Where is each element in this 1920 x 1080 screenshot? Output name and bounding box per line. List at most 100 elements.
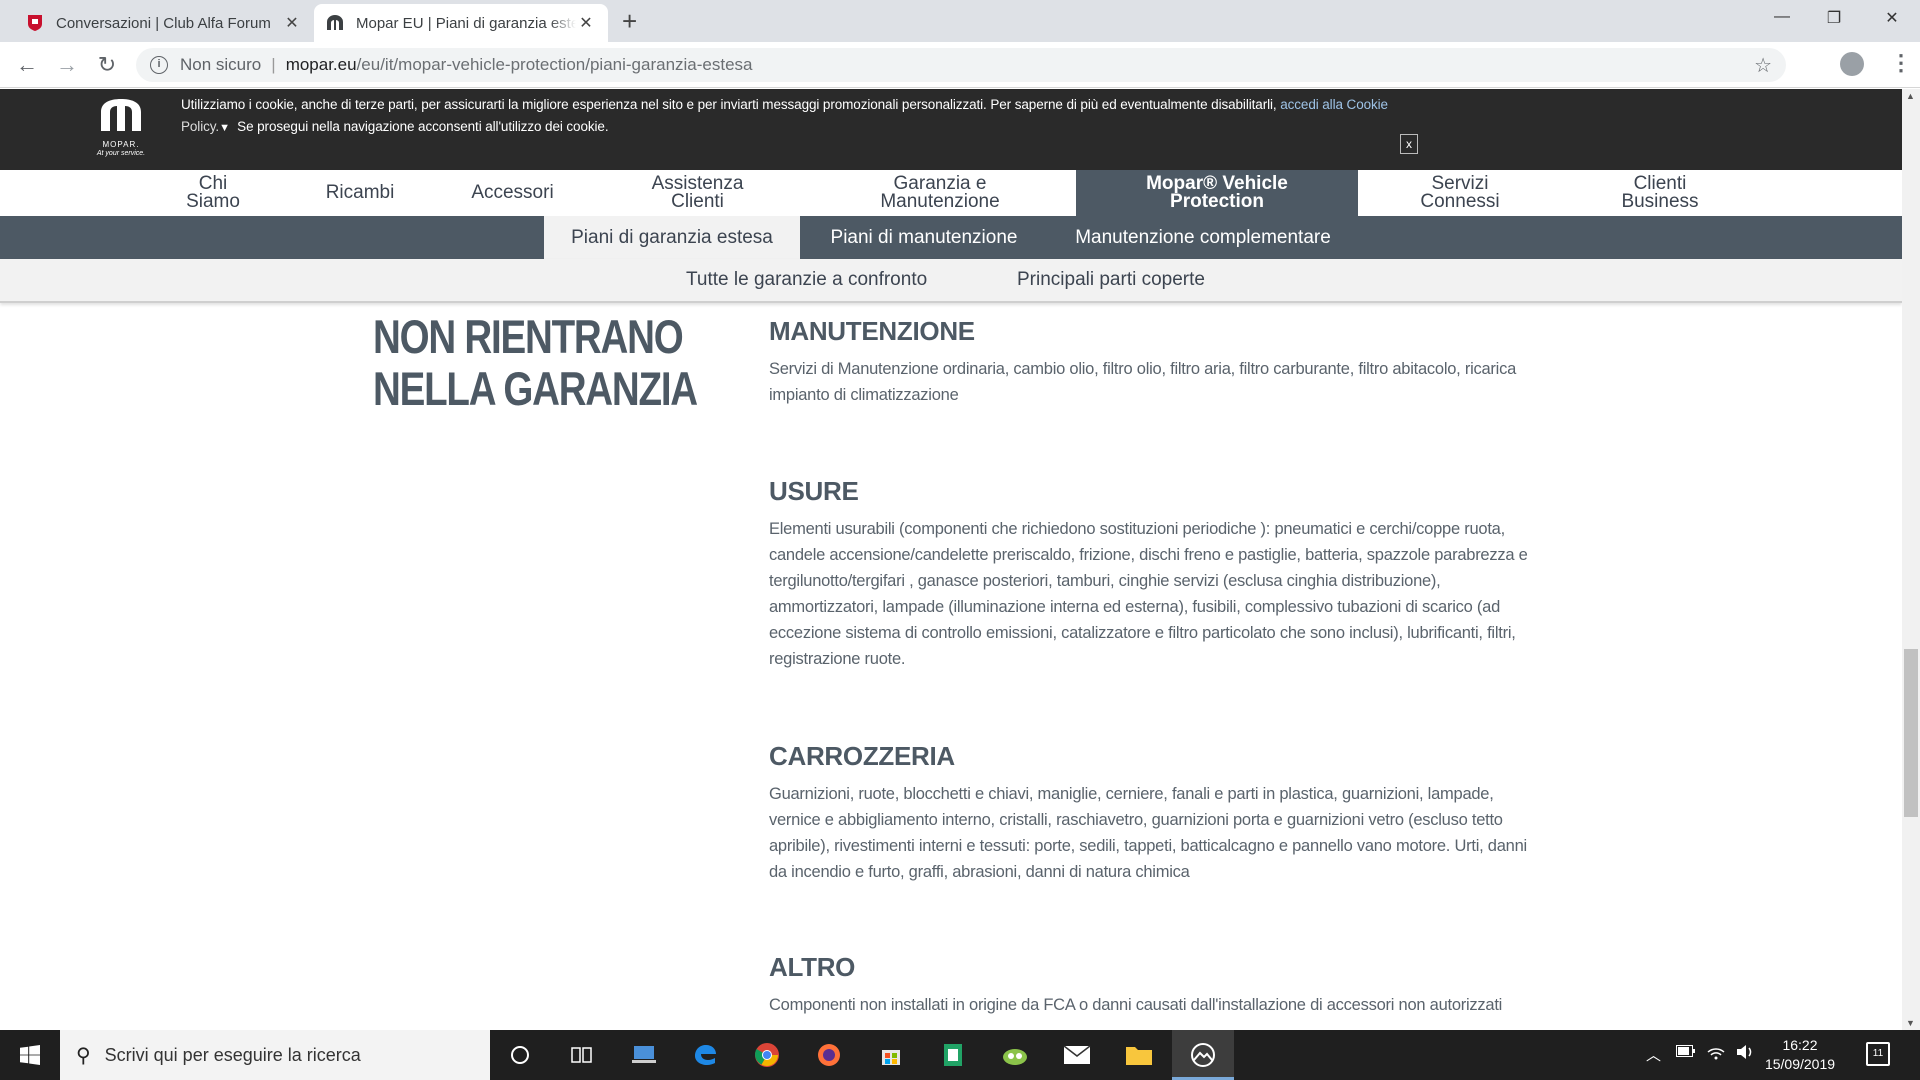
cortana-icon[interactable] <box>503 1038 537 1072</box>
dropdown-arrow-icon[interactable]: ▼ <box>219 122 230 134</box>
section-heading: ALTRO <box>769 952 856 982</box>
tab-manutenzione-complementare[interactable]: Manutenzione complementare <box>1048 216 1358 259</box>
system-clock[interactable]: 16:22 15/09/2019 <box>1745 1036 1855 1074</box>
battery-icon[interactable] <box>1676 1044 1696 1061</box>
computer-app-icon[interactable] <box>627 1038 661 1072</box>
exclusion-section-usure: USURE Elementi usurabili (componenti che… <box>769 476 1529 672</box>
logo-slogan: At your service. <box>96 150 146 157</box>
tab-title: Conversazioni | Club Alfa Forum <box>56 14 271 32</box>
chrome-browser-icon[interactable] <box>750 1038 784 1072</box>
nav-label: Protection <box>1170 191 1264 212</box>
cookie-close-button[interactable]: x <box>1400 134 1418 154</box>
windows-taskbar: ⚲ Scrivi qui per eseguire la ricerca ︿ 1… <box>0 1030 1920 1080</box>
nav-label: Siamo <box>186 191 240 212</box>
info-icon[interactable]: i <box>150 56 168 74</box>
exclusion-section-carrozzeria: CARROZZERIA Guarnizioni, ruote, blocchet… <box>769 741 1529 885</box>
firefox-browser-icon[interactable] <box>812 1038 846 1072</box>
browser-toolbar: ← → ↻ i Non sicuro | mopar.eu/eu/it/mopa… <box>0 42 1920 88</box>
browser-tab-active[interactable]: Mopar EU | Piani di garanzia este ✕ <box>314 4 608 42</box>
section-title: NON RIENTRANO NELLA GARANZIA <box>373 310 698 415</box>
scrollbar-thumb[interactable] <box>1904 649 1918 817</box>
show-hidden-icons-icon[interactable]: ︿ <box>1646 1044 1661 1065</box>
mopar-favicon-icon <box>326 14 344 32</box>
nav-label: Business <box>1621 191 1699 212</box>
clock-date: 15/09/2019 <box>1764 1056 1836 1072</box>
bookmark-star-icon[interactable]: ☆ <box>1754 53 1772 78</box>
nav-label: Clienti <box>671 191 724 212</box>
windows-logo-icon <box>20 1045 40 1065</box>
file-explorer-icon[interactable] <box>1122 1038 1156 1072</box>
wifi-icon[interactable] <box>1706 1044 1726 1064</box>
nav-item-garanzia-manutenzione[interactable]: Garanzia e Manutenzione <box>860 170 1020 216</box>
link-garanzie-confronto[interactable]: Tutte le garanzie a confronto <box>686 269 927 291</box>
url-path: /eu/it/mopar-vehicle-protection/piani-ga… <box>356 55 753 74</box>
main-nav: Chi Siamo Ricambi Accessori Assistenza Cli… <box>0 170 1902 216</box>
close-tab-icon[interactable]: ✕ <box>282 13 302 33</box>
security-label: Non sicuro <box>180 55 262 74</box>
tab-title: Mopar EU | Piani di garanzia este <box>356 14 576 32</box>
reload-icon[interactable]: ↻ <box>94 52 120 78</box>
alfa-forum-favicon-icon <box>26 14 44 32</box>
section-heading: USURE <box>769 476 859 506</box>
section-body: Guarnizioni, ruote, blocchetti e chiavi,… <box>769 785 1527 881</box>
close-tab-icon[interactable]: ✕ <box>576 13 596 33</box>
scroll-down-icon[interactable]: ▼ <box>1906 1018 1915 1028</box>
nav-item-chi-siamo[interactable]: Chi Siamo <box>163 170 263 216</box>
url-host: mopar.eu <box>285 55 357 74</box>
address-separator: | <box>271 55 276 74</box>
mopar-logo[interactable]: MOPAR. At your service. <box>88 97 154 159</box>
mail-icon[interactable] <box>1060 1038 1094 1072</box>
forward-icon[interactable]: → <box>54 52 80 78</box>
nav-item-mopar-vehicle-protection[interactable]: Mopar® Vehicle Protection <box>1076 170 1358 216</box>
section-heading: CARROZZERIA <box>769 741 955 771</box>
cookie-policy-link[interactable]: accedi alla Cookie <box>1280 97 1388 112</box>
task-view-icon[interactable] <box>565 1038 599 1072</box>
search-icon: ⚲ <box>76 1044 91 1067</box>
nav-label: Accessori <box>471 182 554 203</box>
nav-label: Manutenzione <box>880 191 1000 212</box>
exclusion-section-altro: ALTRO Componenti non installati in origi… <box>769 952 1529 1018</box>
minimize-icon[interactable]: — <box>1772 8 1792 26</box>
profile-avatar[interactable] <box>1840 52 1864 76</box>
new-tab-button[interactable]: + <box>622 6 637 37</box>
browser-tab[interactable]: Conversazioni | Club Alfa Forum ✕ <box>14 4 314 42</box>
nav-item-accessori[interactable]: Accessori <box>450 170 575 216</box>
cloud-app-icon[interactable] <box>998 1038 1032 1072</box>
page-viewport: MOPAR. At your service. Utilizziamo i co… <box>0 89 1902 1030</box>
section-title-line: NON RIENTRANO <box>373 310 684 363</box>
cookie-message: Utilizziamo i cookie, anche di terze par… <box>181 97 1277 112</box>
cookie-policy-link-cont[interactable]: Policy. <box>181 119 219 134</box>
browser-tab-strip: Conversazioni | Club Alfa Forum ✕ Mopar … <box>0 0 1920 42</box>
clock-time: 16:22 <box>1782 1037 1818 1053</box>
browser-menu-icon[interactable]: ⋮ <box>1890 50 1912 76</box>
back-icon[interactable]: ← <box>14 52 40 78</box>
nav-item-assistenza-clienti[interactable]: Assistenza Clienti <box>630 170 765 216</box>
tertiary-nav: Tutte le garanzie a confronto Principali… <box>0 259 1902 303</box>
nav-item-servizi-connessi[interactable]: Servizi Connessi <box>1400 170 1520 216</box>
page-scrollbar[interactable]: ▲ ▼ <box>1902 89 1920 1030</box>
spreadsheet-app-icon[interactable] <box>936 1038 970 1072</box>
section-body: Servizi di Manutenzione ordinaria, cambi… <box>769 360 1517 404</box>
restore-icon[interactable]: ❐ <box>1824 8 1844 28</box>
tab-piani-garanzia-estesa[interactable]: Piani di garanzia estesa <box>544 216 800 259</box>
address-bar[interactable]: i Non sicuro | mopar.eu/eu/it/mopar-vehi… <box>136 48 1786 82</box>
store-icon[interactable] <box>874 1038 908 1072</box>
edge-browser-icon[interactable] <box>688 1038 722 1072</box>
tab-piani-manutenzione[interactable]: Piani di manutenzione <box>800 216 1048 259</box>
nav-item-ricambi[interactable]: Ricambi <box>305 170 415 216</box>
mopar-m-icon <box>101 99 141 131</box>
nav-label: Ricambi <box>325 182 395 203</box>
cookie-message-2: Se prosegui nella navigazione acconsenti… <box>237 119 609 134</box>
logo-brand: MOPAR. <box>102 140 140 149</box>
close-window-icon[interactable]: ✕ <box>1882 8 1902 28</box>
section-body: Elementi usurabili (componenti che richi… <box>769 520 1528 668</box>
photos-app-icon[interactable] <box>1186 1038 1220 1072</box>
action-center-icon[interactable]: 11 <box>1866 1042 1890 1066</box>
section-heading: MANUTENZIONE <box>769 316 975 346</box>
nav-item-clienti-business[interactable]: Clienti Business <box>1600 170 1720 216</box>
taskbar-search[interactable]: ⚲ Scrivi qui per eseguire la ricerca <box>60 1030 490 1080</box>
start-button[interactable] <box>0 1030 60 1080</box>
search-placeholder: Scrivi qui per eseguire la ricerca <box>104 1044 361 1065</box>
link-parti-coperte[interactable]: Principali parti coperte <box>1017 269 1205 291</box>
scroll-up-icon[interactable]: ▲ <box>1906 91 1915 101</box>
